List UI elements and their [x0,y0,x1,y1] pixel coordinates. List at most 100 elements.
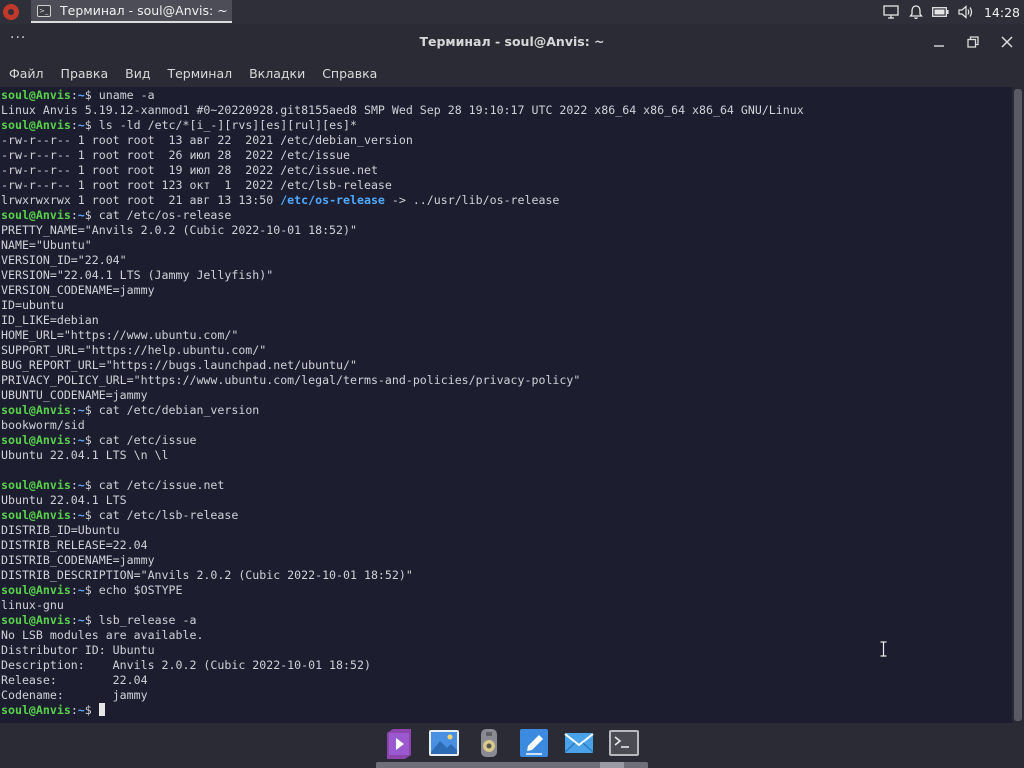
command-line: soul@Anvis:~$ lsb_release -a [1,613,804,628]
output-text: UBUNTU_CODENAME=jammy [1,388,148,402]
window-titlebar[interactable]: ··· Терминал - soul@Anvis: ~ [0,24,1024,60]
command-text: lsb_release -a [98,613,197,627]
scrollbar-thumb[interactable] [1014,89,1022,721]
menu-bar: Файл Правка Вид Терминал Вкладки Справка [0,60,1024,87]
command-line: soul@Anvis:~$ cat /etc/debian_version [1,403,804,418]
text-cursor-icon [880,641,887,657]
output-text: DISTRIB_CODENAME=jammy [1,553,155,567]
prompt-symbol: $ [84,208,99,222]
prompt-path: ~ [77,613,85,627]
output-line: VERSION_ID="22.04" [1,253,804,268]
output-line: -rw-r--r-- 1 root root 19 июл 28 2022 /e… [1,163,804,178]
output-text: PRIVACY_POLICY_URL="https://www.ubuntu.c… [1,373,581,387]
text-editor-icon[interactable] [518,727,550,759]
output-line: -rw-r--r-- 1 root root 26 июл 28 2022 /e… [1,148,804,163]
prompt-path: ~ [77,403,85,417]
terminal-task-icon: >_ [37,4,51,17]
prompt-path: ~ [77,703,85,717]
output-line: Ubuntu 22.04.1 LTS \n \l [1,448,804,463]
terminal-icon[interactable] [608,727,640,759]
output-line: HOME_URL="https://www.ubuntu.com/" [1,328,804,343]
output-text: SUPPORT_URL="https://help.ubuntu.com/" [1,343,267,357]
output-text: Linux Anvis 5.19.12-xanmod1 #0~20220928.… [1,103,804,117]
output-text: -rw-r--r-- 1 root root 26 июл 28 2022 /e… [1,148,351,162]
output-line: Description: Anvils 2.0.2 (Cubic 2022-10… [1,658,804,673]
output-text: Description: Anvils 2.0.2 (Cubic 2022-10… [1,658,371,672]
output-text: VERSION="22.04.1 LTS (Jammy Jellyfish)" [1,268,274,282]
dock-active-indicator [376,762,648,768]
output-line: UBUNTU_CODENAME=jammy [1,388,804,403]
volume-icon[interactable] [957,3,975,21]
output-text: HOME_URL="https://www.ubuntu.com/" [1,328,239,342]
menu-file[interactable]: Файл [1,66,52,81]
app-menu-icon[interactable] [3,4,19,20]
terminal-output[interactable]: soul@Anvis:~$ uname -a Linux Anvis 5.19.1… [0,87,1012,723]
prompt-path: ~ [77,508,85,522]
command-line: soul@Anvis:~$ [1,703,804,718]
output-line: lrwxrwxrwx 1 root root 21 авг 13 13:50 /… [1,193,804,208]
prompt-symbol: $ [84,403,99,417]
top-panel: >_ Терминал - soul@Anvis: ~ 14:28 [0,0,1024,24]
prompt-path: ~ [77,433,85,447]
media-player-icon[interactable] [383,727,415,759]
restore-icon[interactable] [965,34,981,50]
prompt-user: soul@Anvis [1,118,71,132]
command-text: uname -a [98,88,155,102]
notifications-bell-icon[interactable] [907,3,925,21]
prompt-separator: : [70,478,78,492]
command-line: soul@Anvis:~$ uname -a [1,88,804,103]
clock[interactable]: 14:28 [984,5,1020,20]
network-icon[interactable] [882,3,900,21]
output-line: PRIVACY_POLICY_URL="https://www.ubuntu.c… [1,373,804,388]
output-text: ID_LIKE=debian [1,313,99,327]
menu-view[interactable]: Вид [117,66,158,81]
image-viewer-icon[interactable] [428,727,460,759]
prompt-separator: : [70,703,78,717]
terminal-scrollbar[interactable] [1012,87,1024,723]
taskbar-terminal-button[interactable]: >_ Терминал - soul@Anvis: ~ [31,0,232,23]
output-text: PRETTY_NAME="Anvils 2.0.2 (Cubic 2022-10… [1,223,357,237]
battery-icon[interactable] [932,3,950,21]
task-label: Терминал - soul@Anvis: ~ [60,3,228,18]
output-text: DISTRIB_RELEASE=22.04 [1,538,148,552]
menu-edit[interactable]: Правка [53,66,117,81]
prompt-path: ~ [77,88,85,102]
output-text: lrwxrwxrwx 1 root root 21 авг 13 13:50 [1,193,281,207]
output-line: ID=ubuntu [1,298,804,313]
close-icon[interactable] [999,34,1015,50]
mail-icon[interactable] [563,727,595,759]
output-text: BUG_REPORT_URL="https://bugs.launchpad.n… [1,358,357,372]
output-line: DISTRIB_DESCRIPTION="Anvils 2.0.2 (Cubic… [1,568,804,583]
output-line: SUPPORT_URL="https://help.ubuntu.com/" [1,343,804,358]
output-text: Distributor ID: Ubuntu [1,643,155,657]
output-text: -rw-r--r-- 1 root root 123 окт 1 2022 /e… [1,178,392,192]
prompt-separator: : [70,433,78,447]
minimize-icon[interactable] [931,34,947,50]
output-text: -rw-r--r-- 1 root root 13 авг 22 2021 /e… [1,133,413,147]
prompt-separator: : [70,208,78,222]
prompt-user: soul@Anvis [1,508,71,522]
menu-help[interactable]: Справка [314,66,385,81]
prompt-user: soul@Anvis [1,703,71,717]
output-line: ID_LIKE=debian [1,313,804,328]
output-line: Ubuntu 22.04.1 LTS [1,493,804,508]
output-text: ID=ubuntu [1,298,64,312]
prompt-symbol: $ [84,583,99,597]
prompt-user: soul@Anvis [1,433,71,447]
command-line: soul@Anvis:~$ cat /etc/issue.net [1,478,804,493]
output-text: DISTRIB_DESCRIPTION="Anvils 2.0.2 (Cubic… [1,568,413,582]
command-text: echo $OSTYPE [98,583,183,597]
output-text: -rw-r--r-- 1 root root 19 июл 28 2022 /e… [1,163,378,177]
prompt-path: ~ [77,118,85,132]
disk-icon[interactable] [473,727,505,759]
output-line: VERSION="22.04.1 LTS (Jammy Jellyfish)" [1,268,804,283]
prompt-separator: : [70,508,78,522]
command-text: cat /etc/os-release [98,208,232,222]
terminal-lines: soul@Anvis:~$ uname -a Linux Anvis 5.19.1… [1,88,804,718]
menu-tabs[interactable]: Вкладки [241,66,313,81]
output-text: VERSION_CODENAME=jammy [1,283,155,297]
output-line: bookworm/sid [1,418,804,433]
menu-terminal[interactable]: Терминал [159,66,240,81]
prompt-user: soul@Anvis [1,478,71,492]
